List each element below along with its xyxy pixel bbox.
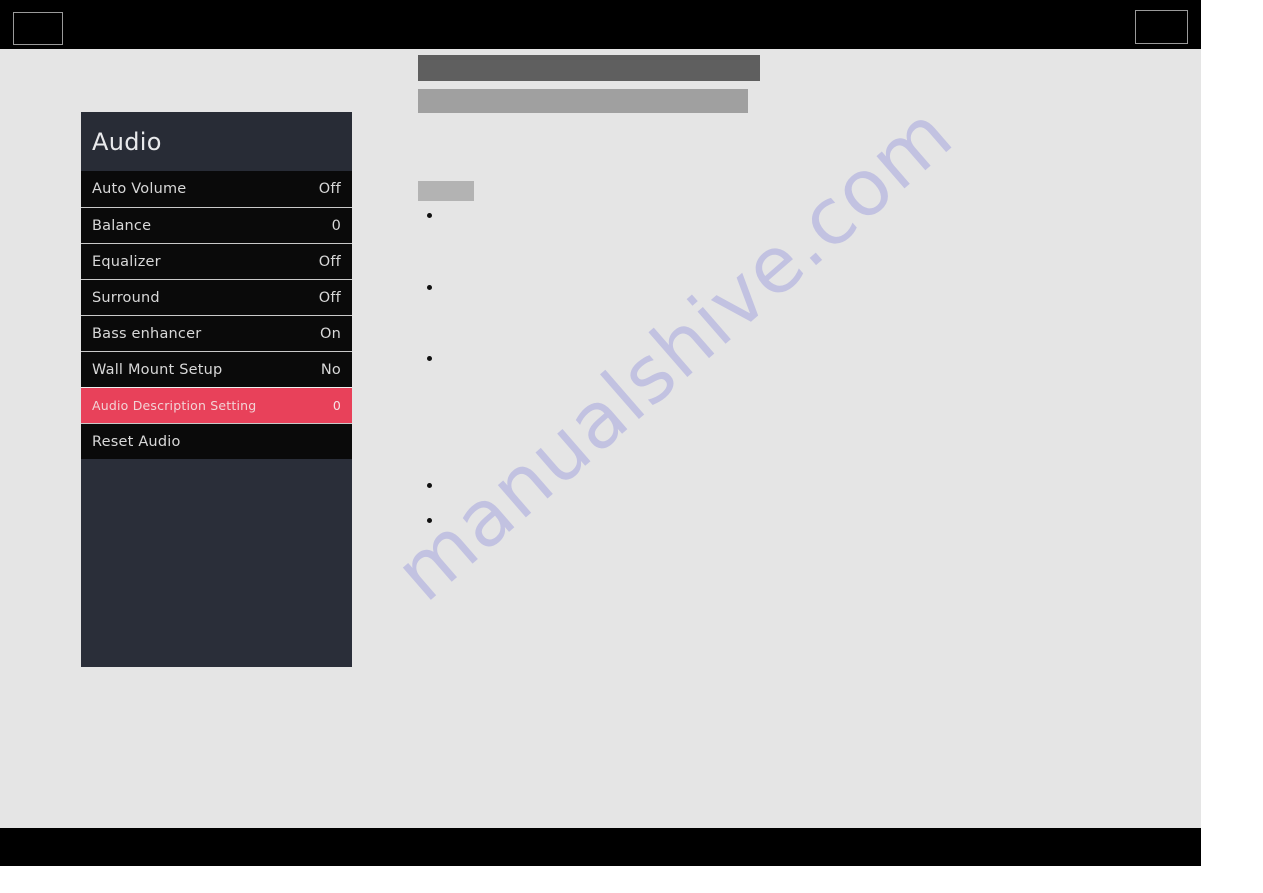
tv-menu-list: Auto Volume Off Balance 0 Equalizer Off …	[81, 171, 352, 667]
menu-item-balance[interactable]: Balance 0	[81, 207, 352, 243]
list-item-bullet	[427, 356, 432, 361]
header-box-left	[13, 12, 63, 45]
menu-item-label: Balance	[92, 217, 152, 234]
tv-menu-empty-area	[81, 459, 352, 667]
menu-item-wall-mount-setup[interactable]: Wall Mount Setup No	[81, 351, 352, 387]
menu-item-value: Off	[318, 181, 341, 197]
menu-item-label: Bass enhancer	[92, 325, 202, 342]
content-subtitle-block	[418, 89, 748, 113]
header-box-right	[1135, 10, 1188, 44]
menu-item-value: On	[319, 325, 341, 342]
menu-item-label: Audio Description Setting	[92, 398, 257, 413]
bottom-black-band	[0, 828, 1201, 866]
menu-item-value: Off	[318, 253, 341, 270]
menu-item-label: Surround	[92, 289, 160, 306]
page-title: Audio	[92, 127, 162, 156]
menu-item-audio-description-setting[interactable]: Audio Description Setting 0	[81, 387, 352, 423]
content-section-block	[418, 181, 474, 201]
menu-item-equalizer[interactable]: Equalizer Off	[81, 243, 352, 279]
menu-item-surround[interactable]: Surround Off	[81, 279, 352, 315]
list-item-bullet	[427, 518, 432, 523]
content-title-block	[418, 55, 760, 81]
menu-item-label: Equalizer	[92, 253, 161, 270]
menu-item-auto-volume[interactable]: Auto Volume Off	[81, 171, 352, 207]
watermark-text: manualshive.com	[378, 88, 970, 619]
list-item-bullet	[427, 483, 432, 488]
menu-item-label: Reset Audio	[92, 433, 181, 450]
menu-item-label: Auto Volume	[92, 181, 187, 197]
tv-menu-header: Audio	[81, 112, 352, 171]
menu-item-value: 0	[332, 398, 341, 413]
list-item-bullet	[427, 213, 432, 218]
list-item-bullet	[427, 285, 432, 290]
page-sheet: manualshive.com Audio Auto Volume Off Ba…	[0, 0, 1201, 866]
menu-item-value: Off	[318, 289, 341, 306]
menu-item-reset-audio[interactable]: Reset Audio	[81, 423, 352, 459]
menu-item-label: Wall Mount Setup	[92, 361, 223, 378]
menu-item-value: No	[320, 361, 341, 378]
top-black-band	[0, 0, 1201, 49]
menu-item-bass-enhancer[interactable]: Bass enhancer On	[81, 315, 352, 351]
menu-item-value: 0	[331, 217, 341, 234]
tv-audio-settings-menu: Audio Auto Volume Off Balance 0 Equalize…	[81, 112, 352, 667]
